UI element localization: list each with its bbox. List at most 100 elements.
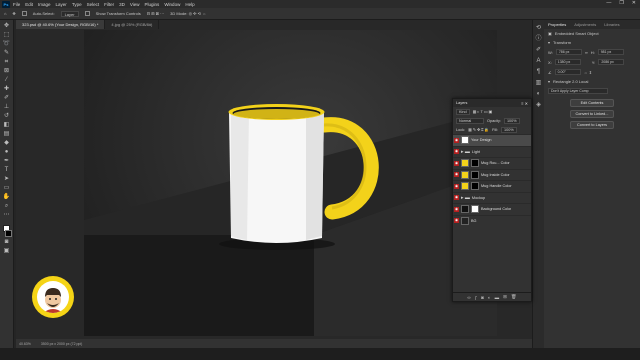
blur-tool-icon[interactable]: ◆ (3, 140, 11, 147)
menu-layer[interactable]: Layer (56, 2, 67, 7)
layer-row[interactable]: ◉ Your Design (453, 134, 531, 146)
x-field[interactable]: 1380 px (554, 59, 581, 65)
gradient-tool-icon[interactable]: ▤ (3, 131, 11, 138)
menu-file[interactable]: File (13, 2, 20, 7)
home-icon[interactable]: ⌂ (4, 11, 6, 16)
menu-type[interactable]: Type (72, 2, 82, 7)
layer-row[interactable]: ◉ Mug Inside Color (453, 168, 531, 181)
move-tool-icon[interactable]: ✥ (12, 11, 15, 16)
flip-icons[interactable]: ⇔ ⇕ (584, 70, 592, 75)
visibility-eye-icon[interactable]: ◉ (454, 172, 459, 178)
adjustment-icon[interactable]: ◐ (488, 295, 491, 300)
layer-row[interactable]: ◉ Background Color (453, 203, 531, 215)
menu-edit[interactable]: Edit (25, 2, 33, 7)
fx-icon[interactable]: ƒ (475, 295, 478, 300)
history-icon[interactable]: ⟲ (535, 25, 542, 32)
layer-row[interactable]: ◉ Mug Handle Color (453, 180, 531, 192)
menu-filter[interactable]: Filter (104, 2, 114, 7)
zoom-level[interactable]: 40.63% (19, 342, 31, 346)
tab-document-active[interactable]: 323.psd @ 40.6% (Your Design, RGB/16) * (16, 20, 106, 29)
zoom-tool-icon[interactable]: ⌕ (3, 203, 11, 210)
visibility-eye-icon[interactable]: ◉ (454, 183, 459, 189)
angle-field[interactable]: 0.00° (554, 69, 581, 75)
opacity-field[interactable]: 100% (503, 117, 520, 124)
character-icon[interactable]: A (535, 58, 542, 65)
maximize-icon[interactable]: ❐ (619, 0, 623, 6)
layer-row[interactable]: ◉ ▸ ▬ Mockup (453, 191, 531, 204)
path-select-tool-icon[interactable]: ➤ (3, 176, 11, 183)
menu-help[interactable]: Help (185, 2, 194, 7)
menu-window[interactable]: Window (164, 2, 180, 7)
close-icon[interactable]: ✕ (632, 0, 636, 6)
frame-tool-icon[interactable]: ⊠ (3, 68, 11, 75)
layer-row[interactable]: ◉ BG (453, 214, 531, 227)
more-tools-icon[interactable]: ⋯ (3, 212, 11, 219)
libraries-icon[interactable]: ▥ (535, 80, 542, 87)
history-brush-tool-icon[interactable]: ↺ (3, 113, 11, 120)
mask-icon[interactable]: ◙ (481, 295, 484, 300)
tab-properties[interactable]: Properties (544, 22, 570, 27)
info-icon[interactable]: ⓘ (535, 36, 542, 43)
tab-libraries[interactable]: Libraries (600, 22, 623, 27)
paragraph-icon[interactable]: ¶ (535, 69, 542, 76)
visibility-eye-icon[interactable]: ◉ (454, 149, 459, 155)
width-field[interactable]: 786 px (555, 49, 582, 55)
healing-brush-tool-icon[interactable]: ✚ (3, 86, 11, 93)
tab-adjustments[interactable]: Adjustments (570, 22, 600, 27)
move-tool-icon[interactable]: ✥ (3, 23, 11, 30)
color-icon[interactable]: ◐ (535, 91, 542, 98)
layers-panel-header[interactable]: Layers ≡ ✕ (453, 99, 531, 107)
filter-icons[interactable]: ▦ ◐ T ▭ ▣ (473, 109, 492, 114)
visibility-eye-icon[interactable]: ◉ (454, 195, 459, 201)
marquee-tool-icon[interactable]: ⬚ (3, 32, 11, 39)
crop-tool-icon[interactable]: ⌗ (3, 59, 11, 66)
menu-image[interactable]: Image (38, 2, 51, 7)
layers-icon[interactable]: ◈ (535, 102, 542, 109)
quick-select-tool-icon[interactable]: ✎ (3, 50, 11, 57)
visibility-eye-icon[interactable]: ◉ (454, 218, 459, 224)
minimize-icon[interactable]: — (606, 0, 611, 6)
tab-document-secondary[interactable]: 4.jpg @ 25% (RGB/8#) (105, 20, 160, 29)
quick-mask-icon[interactable]: ◙ (3, 239, 11, 246)
fill-field[interactable]: 100% (501, 126, 517, 133)
lasso-tool-icon[interactable]: ➰ (3, 41, 11, 48)
layer-comp-dropdown[interactable]: Don't Apply Layer Comp (548, 88, 608, 94)
trash-icon[interactable]: 🗑 (511, 294, 517, 300)
clone-stamp-tool-icon[interactable]: ⊥ (3, 104, 11, 111)
eraser-tool-icon[interactable]: ◧ (3, 122, 11, 129)
layer-row[interactable]: ◉ ▸ ▬ Light (453, 145, 531, 158)
chevron-down-icon[interactable]: ▾ (548, 40, 550, 45)
new-layer-icon[interactable]: ⊞ (503, 294, 507, 300)
visibility-eye-icon[interactable]: ◉ (454, 160, 459, 166)
rectangle-tool-icon[interactable]: ▭ (3, 185, 11, 192)
show-transform-checkbox[interactable] (84, 11, 90, 16)
screen-mode-icon[interactable]: ▣ (3, 248, 11, 255)
hand-tool-icon[interactable]: ✋ (3, 194, 11, 201)
menu-3d[interactable]: 3D (119, 2, 125, 7)
panel-menu-icon[interactable]: ≡ ✕ (521, 101, 528, 106)
lock-icons[interactable]: ▦ ✎ ✥ ⌗ 🔒 (468, 127, 489, 132)
pen-tool-icon[interactable]: ✒ (3, 158, 11, 165)
brush-settings-icon[interactable]: ✐ (535, 47, 542, 54)
menu-select[interactable]: Select (87, 2, 100, 7)
background-color-swatch[interactable] (5, 230, 12, 237)
visibility-eye-icon[interactable]: ◉ (454, 206, 459, 212)
brush-tool-icon[interactable]: ✐ (3, 95, 11, 102)
blend-mode-dropdown[interactable]: Normal (456, 117, 484, 124)
auto-select-dropdown[interactable]: Layer (60, 10, 79, 17)
folder-icon[interactable]: ▬ (495, 295, 500, 300)
align-icons[interactable]: ⊟ ⊞ ⊠ ⋯ (147, 11, 164, 16)
document-canvas[interactable] (84, 30, 497, 336)
menu-view[interactable]: View (130, 2, 140, 7)
eyedropper-tool-icon[interactable]: ⁄ (3, 77, 11, 84)
chevron-down-icon[interactable]: ▾ (548, 79, 550, 84)
type-tool-icon[interactable]: T (3, 167, 11, 174)
edit-contents-button[interactable]: Edit Contents (570, 99, 614, 107)
visibility-eye-icon[interactable]: ◉ (454, 137, 459, 143)
link-icon[interactable]: ∞ (467, 295, 470, 300)
convert-to-linked-button[interactable]: Convert to Linked... (570, 110, 614, 118)
auto-select-checkbox[interactable] (21, 11, 27, 16)
y-field[interactable]: 2086 px (598, 59, 625, 65)
3d-mode-icons[interactable]: 3D Mode: ◎ ✣ ⟲ ⇔ (170, 11, 206, 16)
layer-row[interactable]: ◉ Mug Rou... Color (453, 157, 531, 169)
